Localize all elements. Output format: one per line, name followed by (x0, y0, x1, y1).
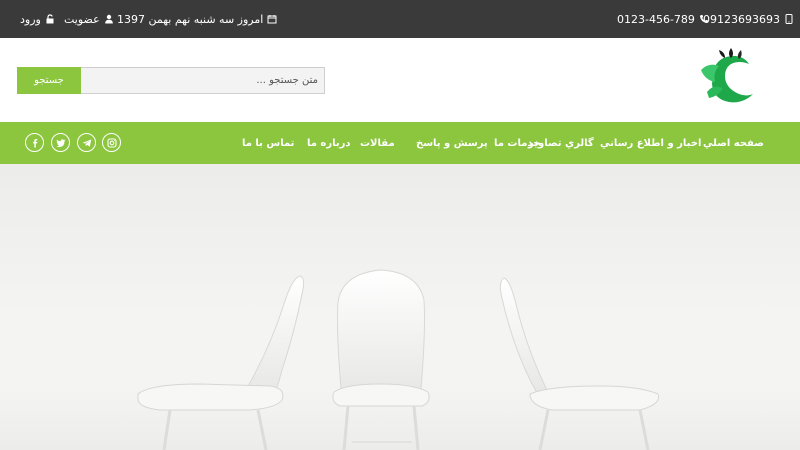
header: جستجو (0, 38, 800, 122)
phone-icon (699, 15, 708, 23)
site-logo[interactable] (695, 44, 759, 106)
phone-number: 0123-456-789 (617, 12, 695, 26)
mobile-contact[interactable]: 09123693693 (703, 0, 794, 38)
date-display: امروز سه شنبه نهم بهمن 1397 (117, 0, 277, 38)
hero-banner (0, 164, 800, 450)
instagram-icon[interactable] (102, 133, 121, 152)
search-button[interactable]: جستجو (17, 67, 81, 94)
nav-about[interactable]: درباره ما (307, 122, 351, 164)
phone-contact[interactable]: 0123-456-789 (617, 0, 709, 38)
nav-home[interactable]: صفحه اصلي (703, 122, 764, 164)
signup-link[interactable]: عضویت (64, 0, 114, 38)
search-input[interactable] (81, 67, 325, 94)
login-label: ورود (20, 12, 41, 26)
facebook-icon[interactable] (25, 133, 44, 152)
user-icon (104, 14, 113, 24)
chairs-image (0, 269, 800, 450)
signup-label: عضویت (64, 12, 100, 26)
search-form: جستجو (17, 67, 325, 94)
mobile-icon (785, 14, 793, 24)
unlock-icon (46, 14, 54, 24)
twitter-icon[interactable] (51, 133, 70, 152)
nav-contact[interactable]: تماس با ما (242, 122, 294, 164)
main-nav: صفحه اصلي اخبار و اطلاع رساني گالري تصاو… (0, 122, 800, 164)
mobile-number: 09123693693 (703, 12, 780, 26)
login-link[interactable]: ورود (20, 0, 55, 38)
nav-services[interactable]: خدمات ما (494, 122, 540, 164)
top-bar: 09123693693 0123-456-789 امروز سه شنبه ن… (0, 0, 800, 38)
nav-articles[interactable]: مقالات (360, 122, 395, 164)
date-text: امروز سه شنبه نهم بهمن 1397 (117, 12, 264, 26)
nav-faq[interactable]: پرسش و پاسخ (416, 122, 488, 164)
nav-news[interactable]: اخبار و اطلاع رساني (600, 122, 701, 164)
calendar-icon (267, 15, 277, 24)
telegram-icon[interactable] (77, 133, 96, 152)
